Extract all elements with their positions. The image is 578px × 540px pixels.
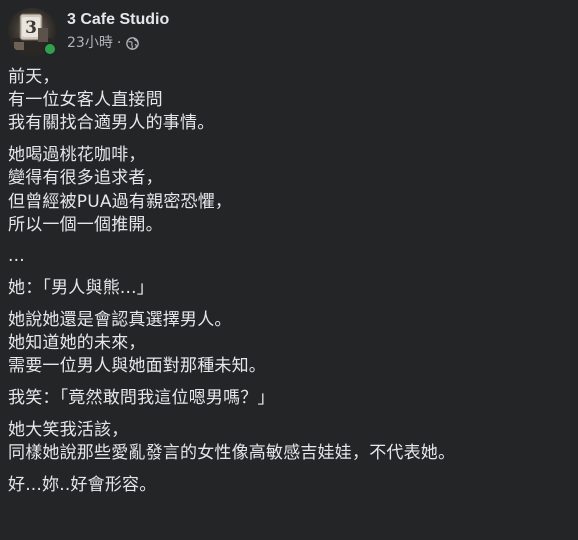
post-paragraph: 我笑：「竟然敢問我這位嗯男嗎？」 xyxy=(8,387,568,410)
page-name-link[interactable]: 3 Cafe Studio xyxy=(67,10,169,30)
post-text-line: 需要一位男人與她面對那種未知。 xyxy=(8,356,266,377)
post-text-line: 同樣她說那些愛亂發言的女性像高敏感吉娃娃，不代表她。 xyxy=(8,442,456,463)
post-text-line: 她喝過桃花咖啡， xyxy=(8,145,146,166)
online-status-dot xyxy=(43,42,57,56)
post-text-line: 她知道她的未來， xyxy=(8,333,146,354)
post-text-line: 好...妳..好會形容。 xyxy=(8,474,157,495)
post-text-line: 她大笑我活該， xyxy=(8,419,129,440)
globe-icon[interactable] xyxy=(126,36,140,50)
post-paragraph: 她：「男人與熊...」 xyxy=(8,277,568,300)
post-timestamp[interactable]: 23小時 xyxy=(67,35,113,51)
page-avatar[interactable]: 3 xyxy=(8,8,57,56)
post-message: 前天， 有一位女客人直接問 我有關找合適男人的事情。 她喝過桃花咖啡， 變得有很多追求者… xyxy=(8,66,568,505)
meta-separator: · xyxy=(116,35,122,51)
post-text-line: 她：「男人與熊...」 xyxy=(8,278,154,299)
post-paragraph: ... xyxy=(8,245,568,268)
post-header: 3 3 Cafe Studio 23小時 · xyxy=(8,8,169,60)
post-text-line: 我有關找合適男人的事情。 xyxy=(8,113,215,134)
post-paragraph: 她大笑我活該， 同樣她說那些愛亂發言的女性像高敏感吉娃娃，不代表她。 xyxy=(8,419,568,465)
post-text-line: 有一位女客人直接問 xyxy=(8,90,163,111)
header-text: 3 Cafe Studio 23小時 · xyxy=(67,10,169,51)
post-paragraph: 她喝過桃花咖啡， 變得有很多追求者， 但曾經被PUA過有親密恐懼， 所以一個一個推開。 xyxy=(8,144,568,237)
post-meta: 23小時 · xyxy=(67,35,169,51)
avatar-glyph: 3 xyxy=(25,18,37,38)
post-text-line: 所以一個一個推開。 xyxy=(8,214,163,235)
post-paragraph: 她說她還是會認真選擇男人。 她知道她的未來， 需要一位男人與她面對那種未知。 xyxy=(8,309,568,379)
post-text-line: 變得有很多追求者， xyxy=(8,168,163,189)
post-text-line: 但曾經被PUA過有親密恐懼， xyxy=(8,191,233,212)
post-text-line: 我笑：「竟然敢問我這位嗯男嗎？」 xyxy=(8,387,275,408)
post-paragraph: 前天， 有一位女客人直接問 我有關找合適男人的事情。 xyxy=(8,66,568,136)
post-text-line: 前天， xyxy=(8,67,60,87)
post-paragraph: 好...妳..好會形容。 xyxy=(8,474,568,497)
post-text-line: 她說她還是會認真選擇男人。 xyxy=(8,309,232,330)
post-text-line: ... xyxy=(8,246,25,267)
